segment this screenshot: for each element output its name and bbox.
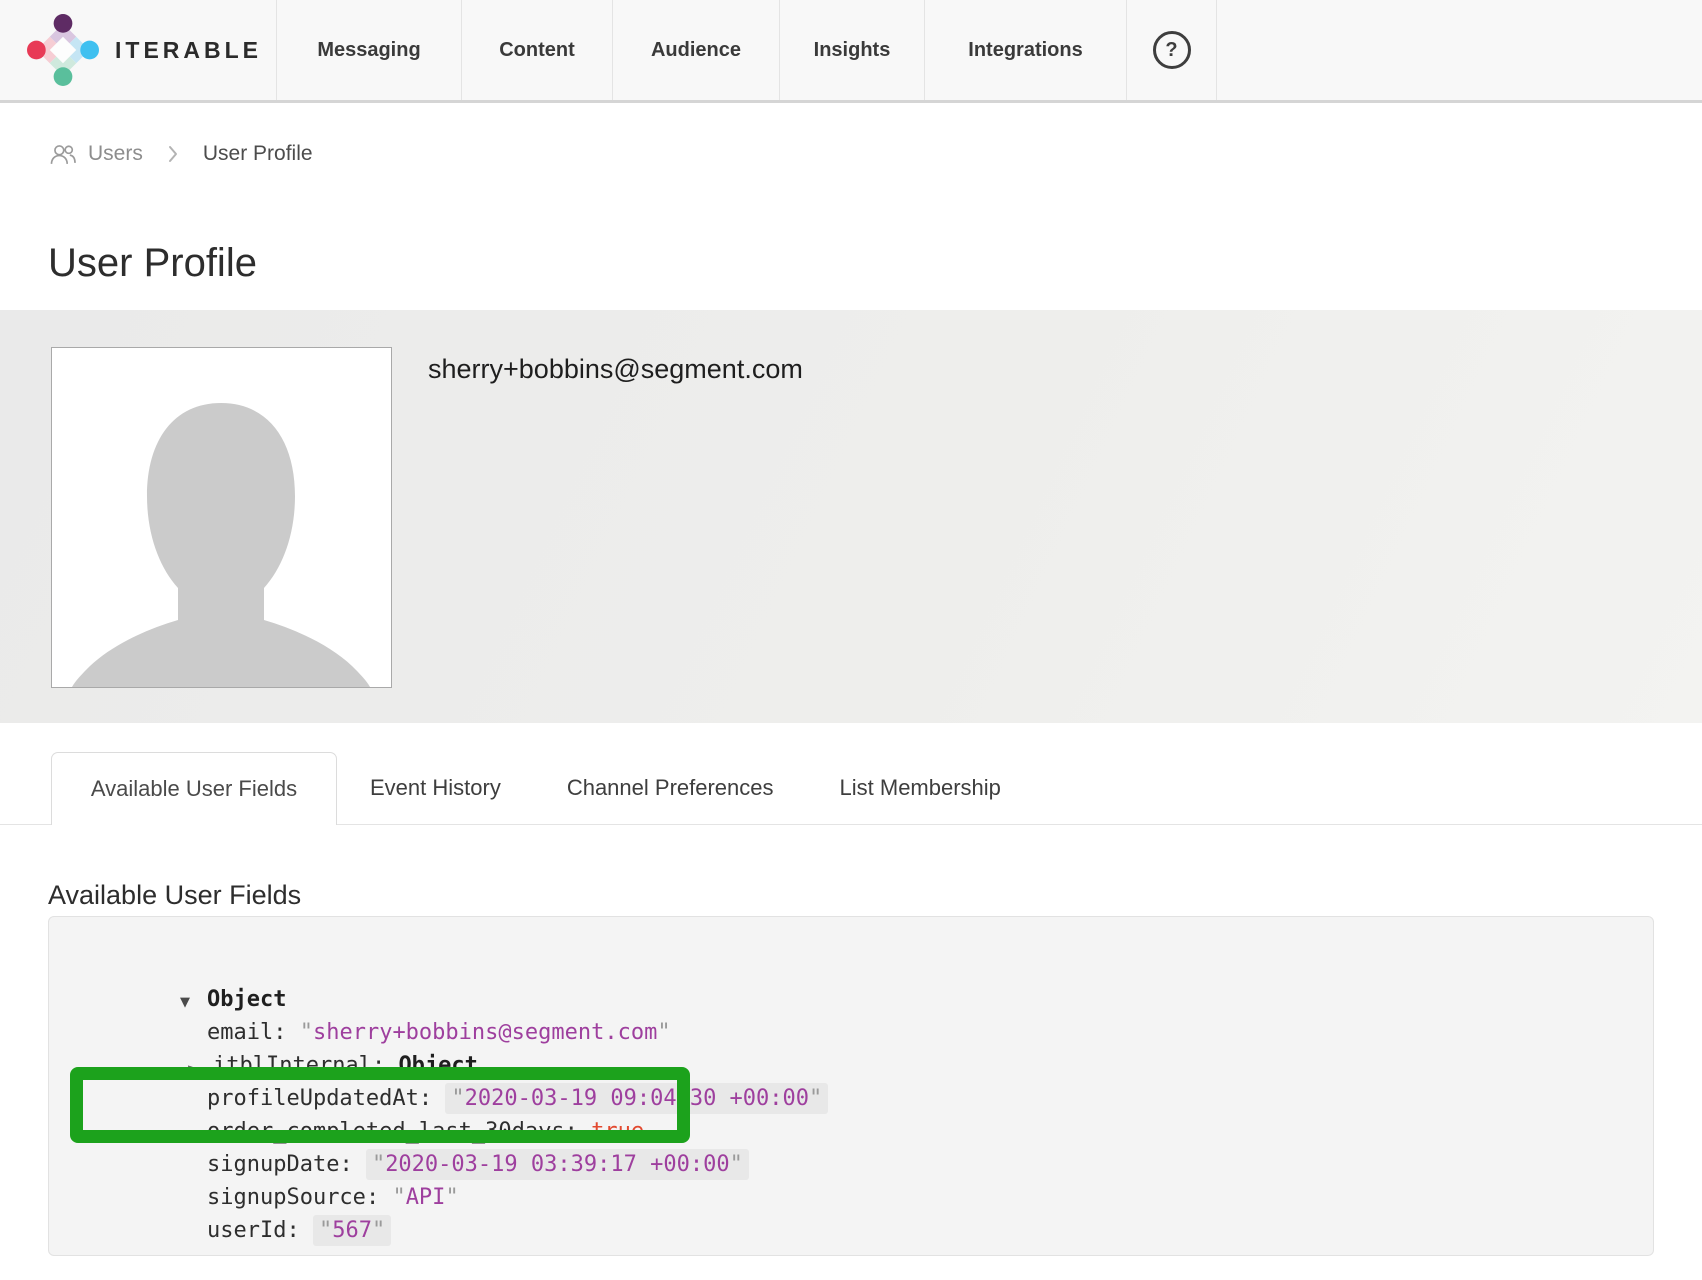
- brand-name: ITERABLE: [115, 37, 262, 64]
- field-key: order_completed_last_30days: [207, 1119, 591, 1144]
- highlighted-value-chip: 567: [313, 1215, 391, 1246]
- expand-icon[interactable]: ►: [188, 1052, 213, 1085]
- field-key: email: [207, 1020, 300, 1045]
- page-title: User Profile: [48, 239, 1702, 287]
- help-button[interactable]: ?: [1127, 0, 1217, 100]
- field-value: 567: [319, 1218, 385, 1243]
- brand-logo[interactable]: ITERABLE: [0, 0, 277, 100]
- field-key: signupSource: [207, 1185, 392, 1210]
- field-value: API: [392, 1185, 458, 1210]
- field-value: sherry+bobbins@segment.com: [300, 1020, 671, 1045]
- field-value: 2020-03-19 03:39:17 +00:00: [372, 1152, 743, 1177]
- tab-event-history[interactable]: Event History: [337, 752, 534, 824]
- nav-item-insights[interactable]: Insights: [780, 0, 925, 100]
- field-value: 2020-03-19 09:04:30 +00:00: [451, 1086, 822, 1111]
- collapse-icon[interactable]: ▼: [180, 986, 207, 1019]
- highlighted-value-chip: 2020-03-19 03:39:17 +00:00: [366, 1149, 749, 1180]
- users-icon: [48, 143, 78, 166]
- nav-item-messaging[interactable]: Messaging: [277, 0, 462, 100]
- tree-row-email: emailsherry+bobbins@segment.com: [127, 983, 1653, 1016]
- field-key: profileUpdatedAt: [207, 1086, 445, 1111]
- user-email: sherry+bobbins@segment.com: [428, 354, 803, 385]
- nav-item-integrations[interactable]: Integrations: [925, 0, 1127, 100]
- highlighted-value-chip: 2020-03-19 09:04:30 +00:00: [445, 1083, 828, 1114]
- field-value: Object: [398, 1053, 477, 1078]
- tree-root-label: Object: [207, 987, 286, 1012]
- field-key: itblInternal: [213, 1053, 398, 1078]
- section-heading: Available User Fields: [48, 879, 1702, 911]
- nav-item-content[interactable]: Content: [462, 0, 613, 100]
- tab-available-user-fields[interactable]: Available User Fields: [51, 752, 337, 825]
- field-key: signupDate: [207, 1152, 366, 1177]
- tab-list-membership[interactable]: List Membership: [807, 752, 1034, 824]
- top-nav: ITERABLE Messaging Content Audience Insi…: [0, 0, 1702, 103]
- tab-channel-preferences[interactable]: Channel Preferences: [534, 752, 807, 824]
- chevron-right-icon: [167, 144, 179, 164]
- help-icon: ?: [1153, 31, 1191, 69]
- user-fields-json-viewer: ▼Object emailsherry+bobbins@segment.com …: [48, 916, 1654, 1256]
- avatar-placeholder: [51, 347, 392, 688]
- nav-item-audience[interactable]: Audience: [613, 0, 780, 100]
- field-key: userId: [207, 1218, 313, 1243]
- profile-header-band: sherry+bobbins@segment.com: [0, 310, 1702, 723]
- field-value: true: [591, 1119, 644, 1144]
- breadcrumb-users-link[interactable]: Users: [88, 142, 143, 166]
- breadcrumb-current: User Profile: [203, 142, 313, 166]
- breadcrumb: Users User Profile: [48, 139, 1702, 169]
- profile-tabs: Available User Fields Event History Chan…: [0, 752, 1702, 825]
- tree-row-root: ▼Object: [127, 950, 1653, 983]
- iterable-logo-icon: [27, 14, 99, 86]
